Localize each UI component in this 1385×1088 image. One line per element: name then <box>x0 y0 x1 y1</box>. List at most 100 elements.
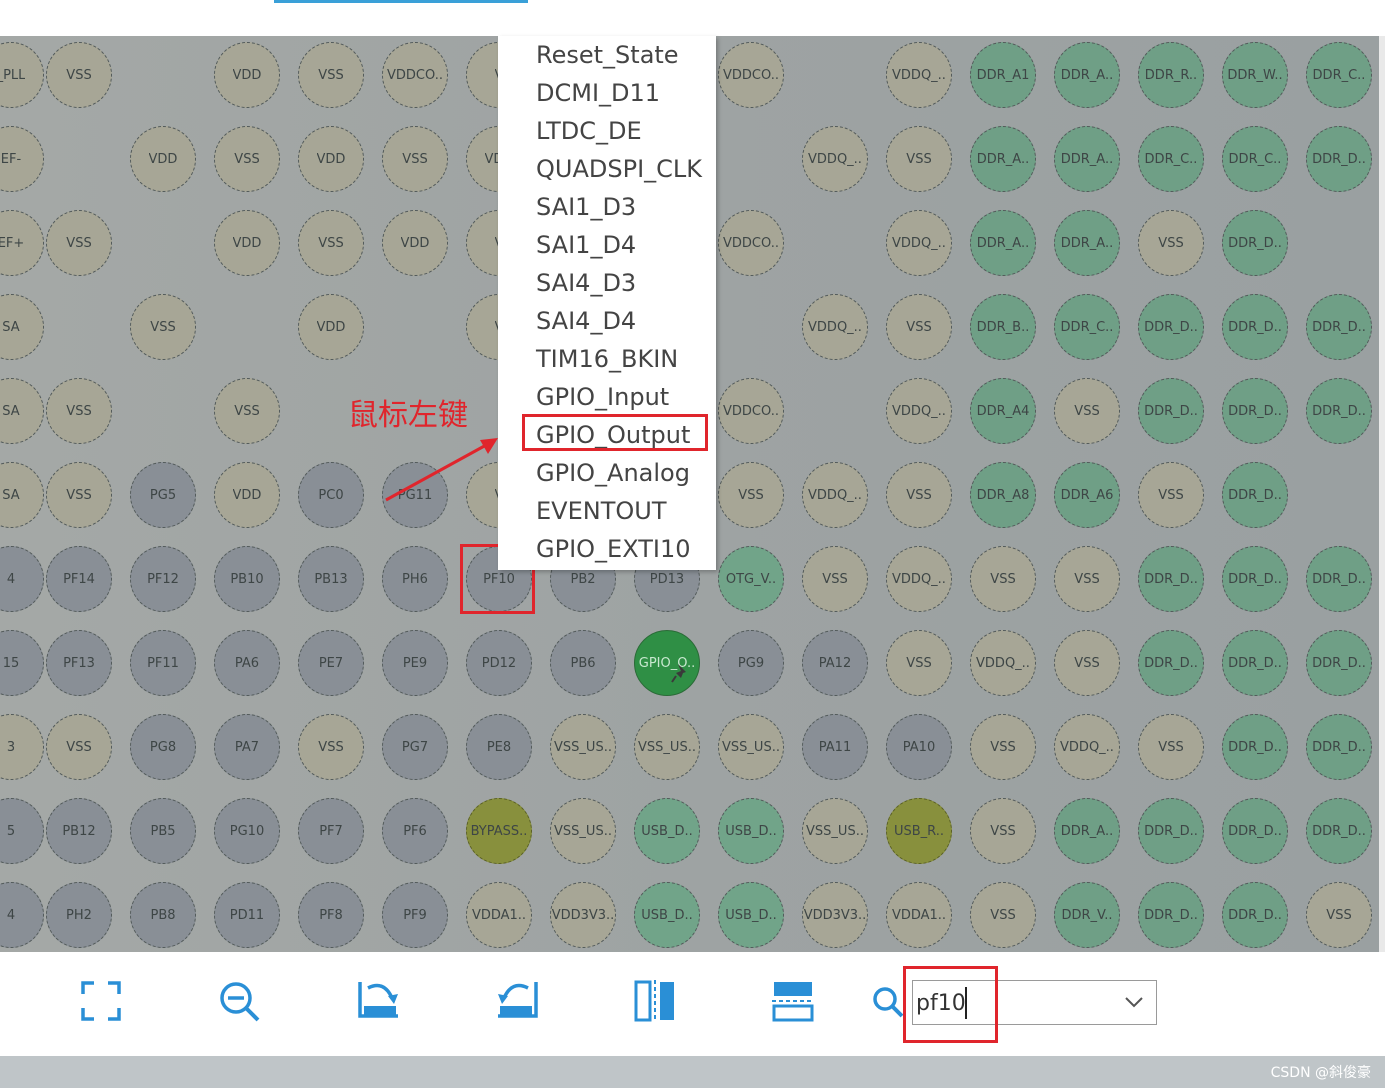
pin-vddq[interactable]: VDDQ_.. <box>802 126 868 192</box>
menu-item-gpio-analog[interactable]: GPIO_Analog <box>536 454 690 492</box>
pin-vss[interactable]: VSS <box>1138 714 1204 780</box>
pin-vss[interactable]: VSS <box>1054 378 1120 444</box>
pin-vss-us[interactable]: VSS_US.. <box>550 714 616 780</box>
pin-vss[interactable]: VSS <box>46 42 112 108</box>
pin-ddr-d[interactable]: DDR_D.. <box>1138 546 1204 612</box>
pin-usb-r[interactable]: USB_R.. <box>886 798 952 864</box>
pin-pa11[interactable]: PA11 <box>802 714 868 780</box>
pin-ph2[interactable]: PH2 <box>46 882 112 948</box>
pin-pf7[interactable]: PF7 <box>298 798 364 864</box>
pin-pa10[interactable]: PA10 <box>886 714 952 780</box>
pin-ddr-d[interactable]: DDR_D.. <box>1306 126 1372 192</box>
pin-pb13[interactable]: PB13 <box>298 546 364 612</box>
pin-vddq[interactable]: VDDQ_.. <box>970 630 1036 696</box>
pin-vss[interactable]: VSS <box>46 210 112 276</box>
pin-4[interactable]: 4 <box>0 546 44 612</box>
pin-vdd[interactable]: VDD <box>298 126 364 192</box>
pin-vss[interactable]: VSS <box>1138 210 1204 276</box>
pin-vss[interactable]: VSS <box>130 294 196 360</box>
pin-vss[interactable]: VSS <box>970 882 1036 948</box>
pin-ddr-d[interactable]: DDR_D.. <box>1222 210 1288 276</box>
pin-ddr-d[interactable]: DDR_D.. <box>1306 714 1372 780</box>
pin-pg7[interactable]: PG7 <box>382 714 448 780</box>
pin-ddr-d[interactable]: DDR_D.. <box>1306 546 1372 612</box>
pin-vddco[interactable]: VDDCO.. <box>718 378 784 444</box>
pin-vddq[interactable]: VDDQ_.. <box>886 210 952 276</box>
pin-ddr-a[interactable]: DDR_A.. <box>970 126 1036 192</box>
pin-pe9[interactable]: PE9 <box>382 630 448 696</box>
pin-pf9[interactable]: PF9 <box>382 882 448 948</box>
pin-pc0[interactable]: PC0 <box>298 462 364 528</box>
flip-horizontal-button[interactable] <box>768 976 818 1026</box>
pin-ddr-d[interactable]: DDR_D.. <box>1138 798 1204 864</box>
pin-vss[interactable]: VSS <box>1306 882 1372 948</box>
pin-vss[interactable]: VSS <box>970 798 1036 864</box>
pin-usb-d[interactable]: USB_D.. <box>718 798 784 864</box>
menu-item-reset-state[interactable]: Reset_State <box>536 36 679 74</box>
pin-usb-d[interactable]: USB_D.. <box>634 798 700 864</box>
pin-vss[interactable]: VSS <box>298 714 364 780</box>
pin-vdd3v3[interactable]: VDD3V3.. <box>802 882 868 948</box>
pin-vss[interactable]: VSS <box>1138 462 1204 528</box>
pin-ddr-a1[interactable]: DDR_A1 <box>970 42 1036 108</box>
pin-ddr-a4[interactable]: DDR_A4 <box>970 378 1036 444</box>
pin-ddr-d[interactable]: DDR_D.. <box>1306 294 1372 360</box>
pin-vss[interactable]: VSS <box>1054 630 1120 696</box>
pin-vddq[interactable]: VDDQ_.. <box>886 42 952 108</box>
pin-pd11[interactable]: PD11 <box>214 882 280 948</box>
pin-ddr-a[interactable]: DDR_A.. <box>1054 42 1120 108</box>
pin-vss-us[interactable]: VSS_US.. <box>550 798 616 864</box>
pin-pa7[interactable]: PA7 <box>214 714 280 780</box>
pin-ddr-d[interactable]: DDR_D.. <box>1222 462 1288 528</box>
pin-vss[interactable]: VSS <box>970 714 1036 780</box>
pin-ddr-a[interactable]: DDR_A.. <box>1054 798 1120 864</box>
pin-ddr-d[interactable]: DDR_D.. <box>1222 882 1288 948</box>
fit-to-window-button[interactable] <box>76 976 126 1026</box>
pin-pb10[interactable]: PB10 <box>214 546 280 612</box>
pin-bypass[interactable]: BYPASS.. <box>466 798 532 864</box>
menu-item-tim16-bkin[interactable]: TIM16_BKIN <box>536 340 678 378</box>
pin-vss[interactable]: VSS <box>718 462 784 528</box>
pin-vddq[interactable]: VDDQ_.. <box>886 378 952 444</box>
pin-usb-d[interactable]: USB_D.. <box>718 882 784 948</box>
pin-pg8[interactable]: PG8 <box>130 714 196 780</box>
pin-5[interactable]: 5 <box>0 798 44 864</box>
pin-vss[interactable]: VSS <box>1054 546 1120 612</box>
pin-vddq[interactable]: VDDQ_.. <box>802 294 868 360</box>
pin-vss[interactable]: VSS <box>886 126 952 192</box>
pin-vss[interactable]: VSS <box>382 126 448 192</box>
pin-pe7[interactable]: PE7 <box>298 630 364 696</box>
pin-vss[interactable]: VSS <box>886 630 952 696</box>
pin-vdd[interactable]: VDD <box>214 462 280 528</box>
pin-ddr-d[interactable]: DDR_D.. <box>1138 882 1204 948</box>
pin-otg-v[interactable]: OTG_V.. <box>718 546 784 612</box>
menu-item-eventout[interactable]: EVENTOUT <box>536 492 666 530</box>
pin-ddr-d[interactable]: DDR_D.. <box>1222 714 1288 780</box>
pin-vddq[interactable]: VDDQ_.. <box>802 462 868 528</box>
menu-item-sai1-d3[interactable]: SAI1_D3 <box>536 188 636 226</box>
pin-vddq[interactable]: VDDQ_.. <box>1054 714 1120 780</box>
pin-ddr-d[interactable]: DDR_D.. <box>1222 630 1288 696</box>
pin-3[interactable]: 3 <box>0 714 44 780</box>
menu-item-gpio-exti10[interactable]: GPIO_EXTI10 <box>536 530 691 568</box>
rotate-clockwise-button[interactable] <box>354 976 404 1026</box>
pin-vss-us[interactable]: VSS_US.. <box>802 798 868 864</box>
pin-vdda1[interactable]: VDDA1.. <box>466 882 532 948</box>
pin-ddr-c[interactable]: DDR_C.. <box>1054 294 1120 360</box>
pin-15[interactable]: 15 <box>0 630 44 696</box>
menu-item-sai4-d4[interactable]: SAI4_D4 <box>536 302 636 340</box>
pin-pb5[interactable]: PB5 <box>130 798 196 864</box>
pin-ddr-d[interactable]: DDR_D.. <box>1222 546 1288 612</box>
pin-sa[interactable]: SA <box>0 378 44 444</box>
pin-ddr-a[interactable]: DDR_A.. <box>970 210 1036 276</box>
pin-pb6[interactable]: PB6 <box>550 630 616 696</box>
pin-pf12[interactable]: PF12 <box>130 546 196 612</box>
pin-pf11[interactable]: PF11 <box>130 630 196 696</box>
pin-ddr-a8[interactable]: DDR_A8 <box>970 462 1036 528</box>
pin-ddr-d[interactable]: DDR_D.. <box>1306 378 1372 444</box>
pin-vss-us[interactable]: VSS_US.. <box>718 714 784 780</box>
pin-vss[interactable]: VSS <box>886 294 952 360</box>
pin-ddr-a[interactable]: DDR_A.. <box>1054 210 1120 276</box>
pin-ddr-d[interactable]: DDR_D.. <box>1222 378 1288 444</box>
pin-vdd[interactable]: VDD <box>298 294 364 360</box>
